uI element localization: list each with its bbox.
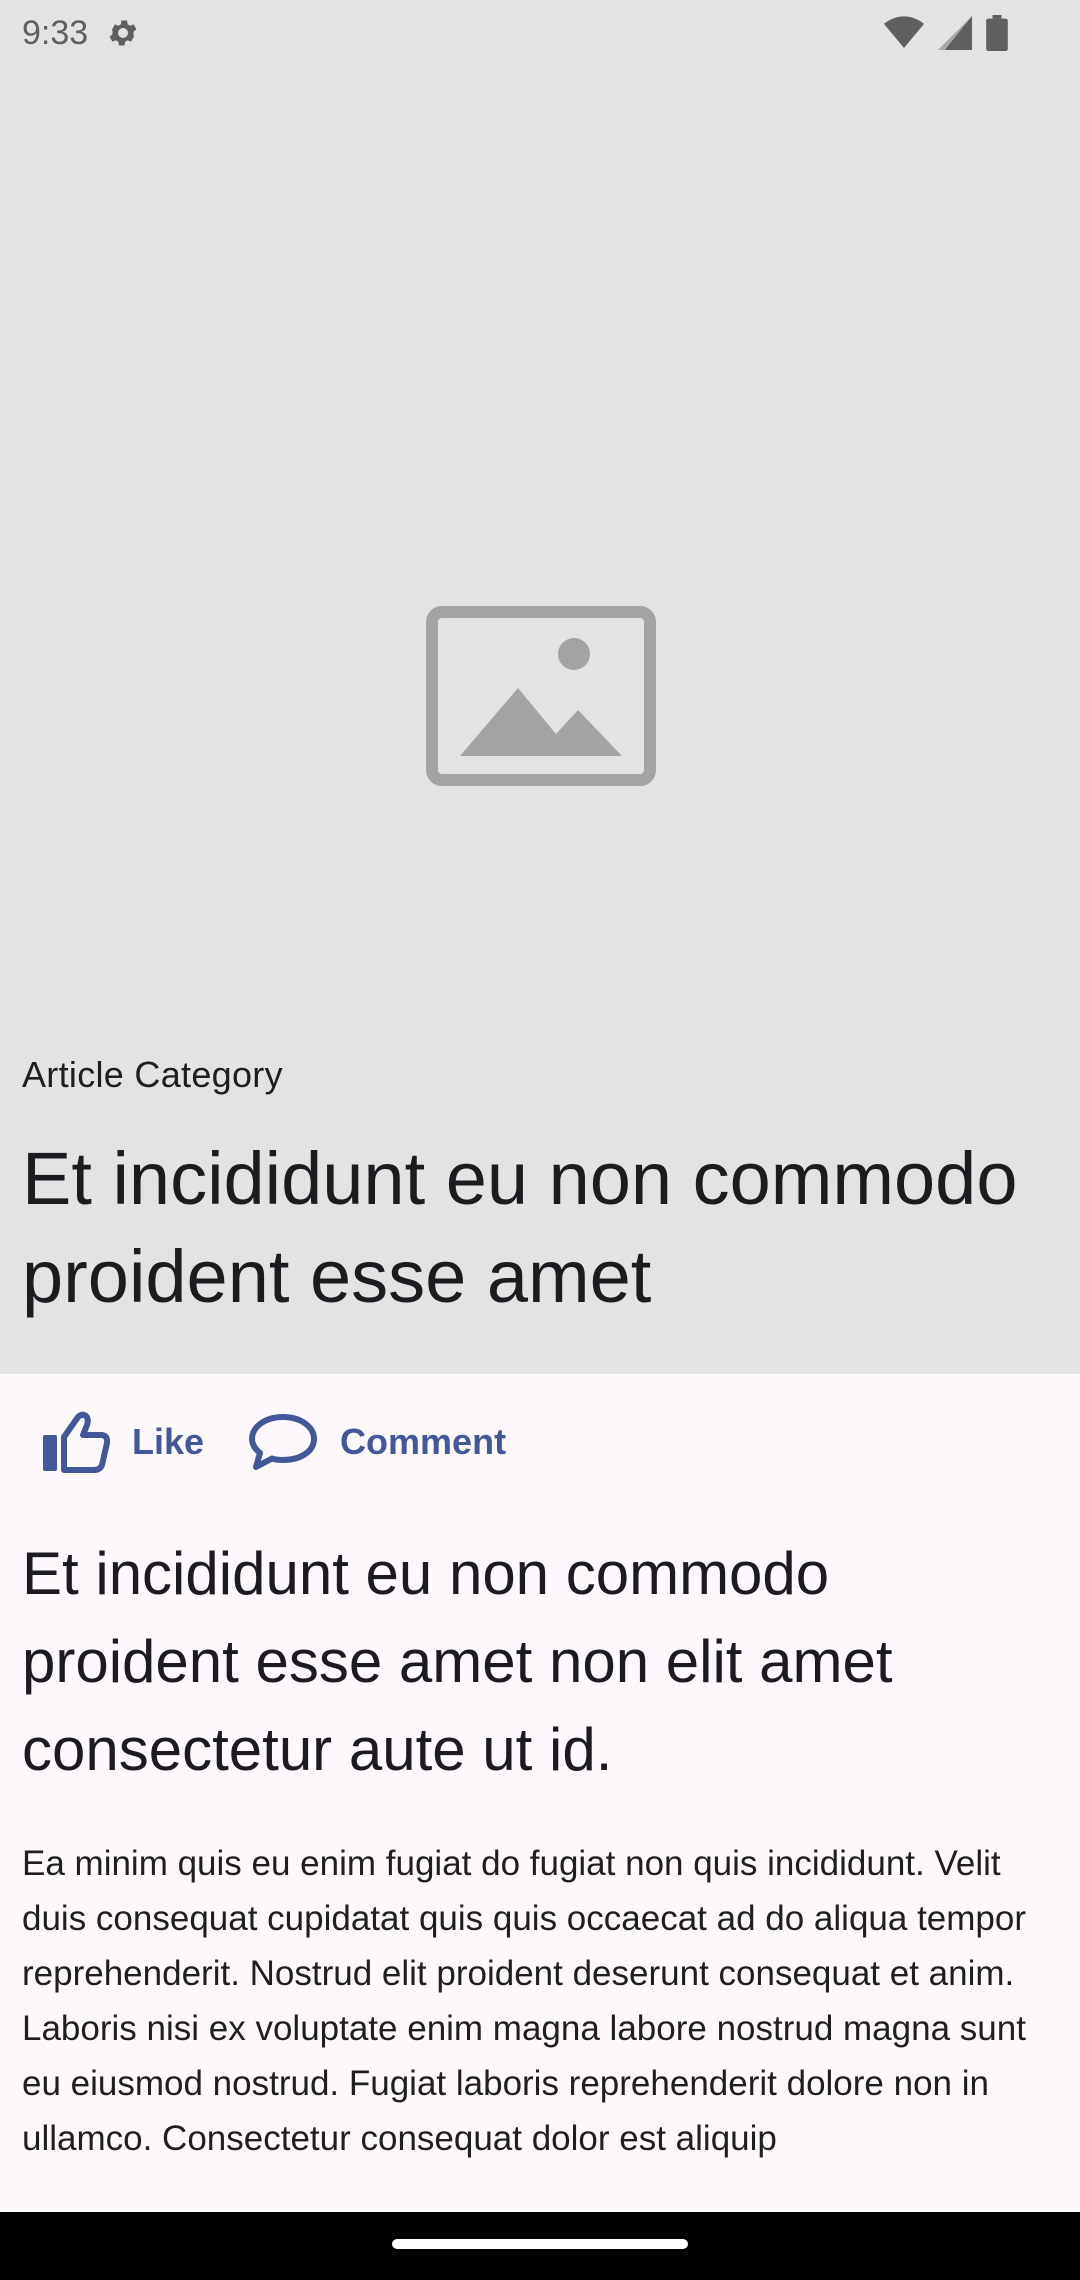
- thumbs-up-icon: [40, 1411, 110, 1473]
- article-actions: Like Comment: [0, 1374, 1080, 1510]
- image-placeholder-icon: [426, 606, 656, 786]
- article-category: Article Category: [22, 1054, 283, 1095]
- battery-icon: [986, 15, 1008, 51]
- navigation-bar: [0, 2212, 1080, 2280]
- like-button[interactable]: Like: [40, 1402, 224, 1482]
- hero-title: Et incididunt eu non commodo proident es…: [22, 1137, 1018, 1318]
- status-bar: 9:33: [0, 0, 1080, 66]
- comment-button[interactable]: Comment: [248, 1402, 526, 1482]
- like-label: Like: [132, 1421, 205, 1462]
- cellular-signal-icon: [938, 16, 972, 50]
- article-subtitle: Et incididunt eu non commodo proident es…: [22, 1540, 893, 1783]
- comment-bubble-icon: [248, 1413, 318, 1471]
- article-screen: Article Category Et incididunt eu non co…: [0, 0, 1080, 2280]
- hero-section: Article Category Et incididunt eu non co…: [0, 0, 1080, 1374]
- wifi-icon: [884, 16, 924, 50]
- status-time: 9:33: [22, 13, 89, 52]
- settings-gear-icon: [106, 16, 140, 50]
- comment-label: Comment: [340, 1421, 507, 1462]
- article-body: Ea minim quis eu enim fugiat do fugiat n…: [22, 1844, 1026, 2158]
- home-gesture-handle[interactable]: [392, 2239, 688, 2249]
